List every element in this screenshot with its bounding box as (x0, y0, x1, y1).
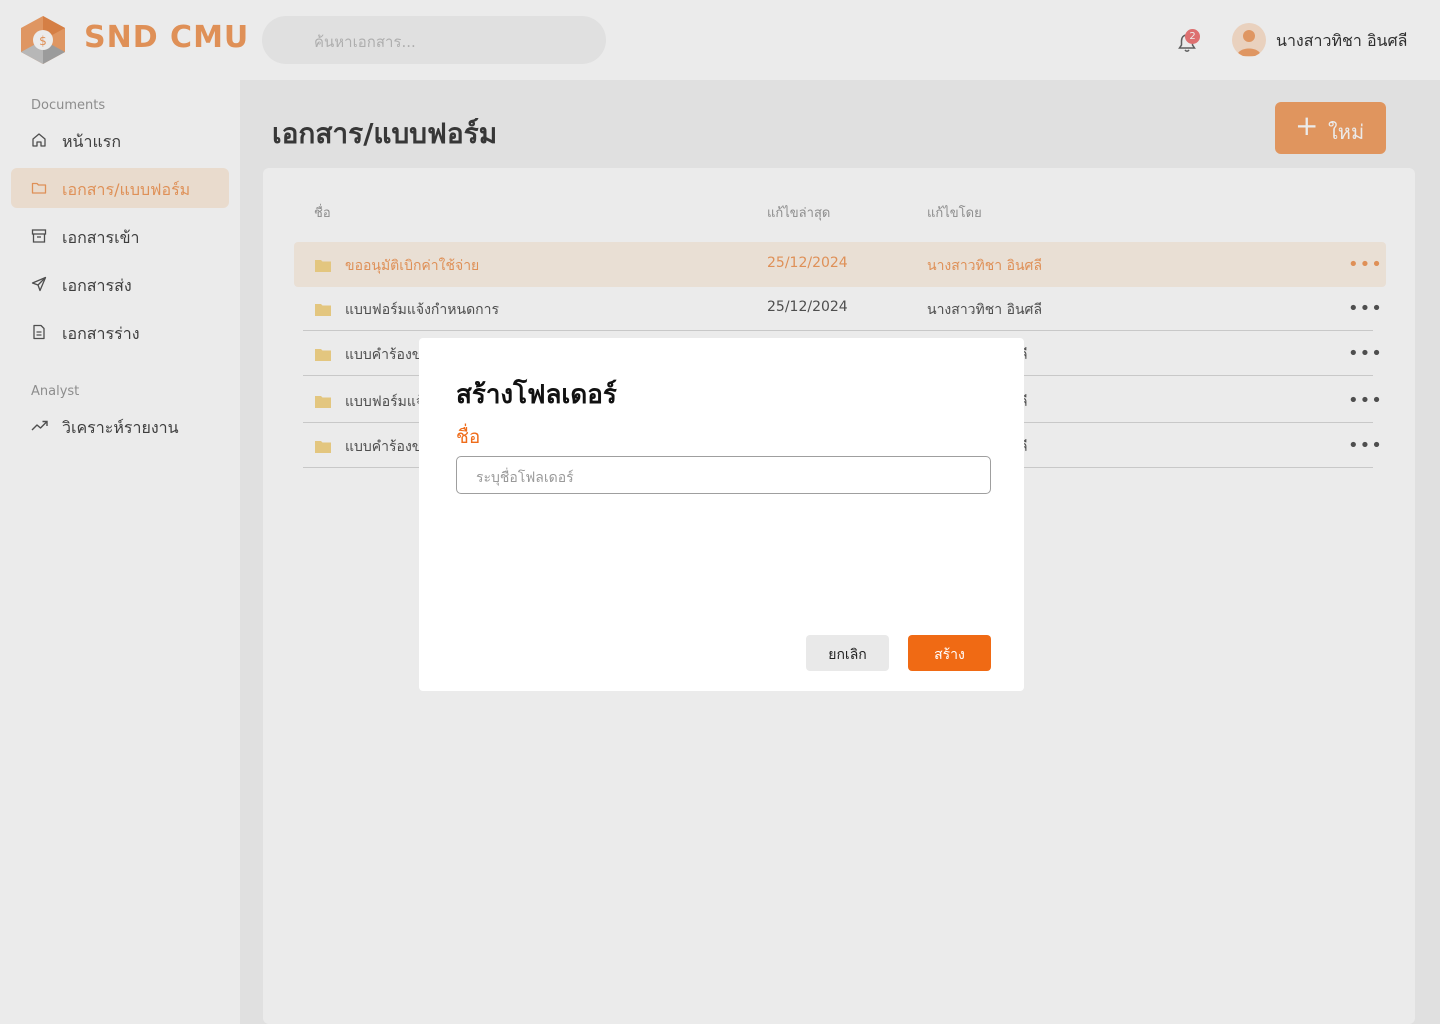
folder-name-label: ชื่อ (456, 426, 481, 448)
cancel-button-label: ยกเลิก (828, 647, 867, 663)
create-folder-dialog: สร้างโฟลเดอร์ ชื่อ ระบุชื่อโฟลเดอร์ ยกเล… (419, 338, 1024, 691)
folder-name-input[interactable]: ระบุชื่อโฟลเดอร์ (456, 456, 991, 494)
create-button[interactable]: สร้าง (908, 635, 991, 671)
dialog-title: สร้างโฟลเดอร์ (456, 380, 617, 410)
folder-name-placeholder: ระบุชื่อโฟลเดอร์ (476, 470, 574, 486)
cancel-button[interactable]: ยกเลิก (806, 635, 889, 671)
create-button-label: สร้าง (934, 647, 965, 663)
